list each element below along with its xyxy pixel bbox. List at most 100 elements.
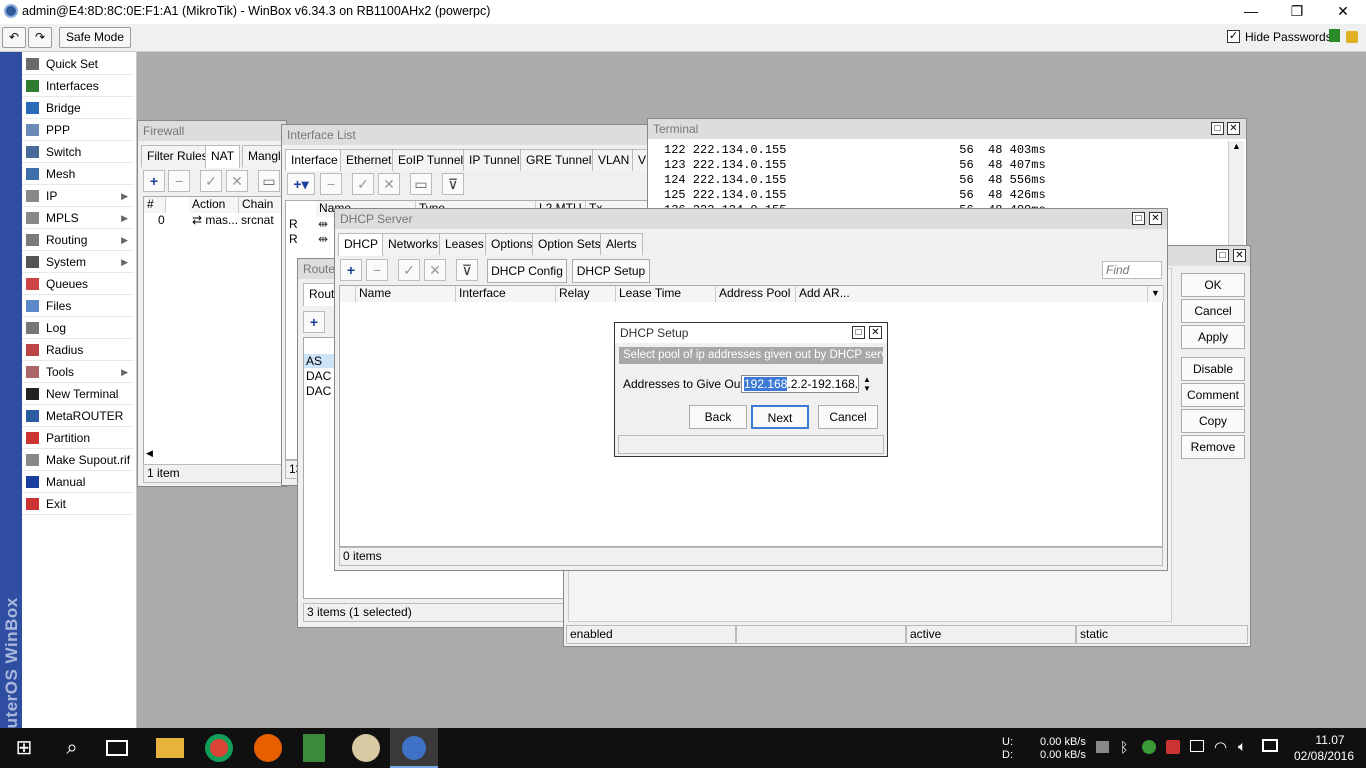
col-number[interactable]: # xyxy=(144,197,166,213)
redo-button[interactable]: ↷ xyxy=(28,27,52,48)
col-action[interactable]: Action xyxy=(189,197,239,213)
tab-eoip-tunnel[interactable]: EoIP Tunnel xyxy=(392,149,470,171)
network-meter-icon[interactable] xyxy=(1096,741,1109,753)
menu-item-routing[interactable]: Routing ▶ xyxy=(22,229,134,251)
enable-icon[interactable]: ✓ xyxy=(200,170,222,192)
route-row-type[interactable]: DAC xyxy=(306,384,331,398)
menu-item-metarouter[interactable]: MetaROUTER xyxy=(22,405,134,427)
close-icon[interactable]: ✕ xyxy=(1233,249,1246,262)
menu-item-system[interactable]: System ▶ xyxy=(22,251,134,273)
add-icon[interactable]: + xyxy=(340,259,362,281)
hide-passwords-checkbox[interactable]: ✓ xyxy=(1227,30,1240,43)
filter-icon[interactable]: ⊽ xyxy=(456,259,478,281)
menu-item-quick-set[interactable]: Quick Set xyxy=(22,53,134,75)
clock-date[interactable]: 02/08/2016 xyxy=(1288,749,1360,763)
undo-button[interactable]: ↶ xyxy=(2,27,26,48)
terminal-output[interactable]: 122 222.134.0.155 56 48 403ms 123 222.134… xyxy=(664,143,1046,218)
enable-icon[interactable]: ✓ xyxy=(352,173,374,195)
terminal-scrollbar[interactable]: ▲ xyxy=(1228,141,1244,247)
action-center-icon[interactable] xyxy=(1262,739,1278,752)
menu-item-radius[interactable]: Radius xyxy=(22,339,134,361)
safe-mode-button[interactable]: Safe Mode xyxy=(59,27,131,48)
menu-item-exit[interactable]: Exit xyxy=(22,493,134,515)
tab-gre-tunnel[interactable]: GRE Tunnel xyxy=(520,149,598,171)
disable-icon[interactable]: ✕ xyxy=(424,259,446,281)
tab-filter-rules[interactable]: Filter Rules xyxy=(141,145,214,167)
interface-row-flag[interactable]: R xyxy=(289,232,298,246)
maximize-icon[interactable]: □ xyxy=(1211,122,1224,135)
maximize-icon[interactable]: □ xyxy=(1132,212,1145,225)
add-icon[interactable]: + xyxy=(143,170,165,192)
menu-item-switch[interactable]: Switch xyxy=(22,141,134,163)
copy-button[interactable]: Copy xyxy=(1181,409,1245,433)
nat-row-action[interactable]: ⇄ mas... xyxy=(192,213,238,227)
menu-item-mpls[interactable]: MPLS ▶ xyxy=(22,207,134,229)
comment-icon[interactable]: ▭ xyxy=(410,173,432,195)
menu-item-make-supout-rif[interactable]: Make Supout.rif xyxy=(22,449,134,471)
wifi-icon[interactable]: ◠ xyxy=(1214,738,1227,756)
find-input[interactable] xyxy=(1102,261,1162,279)
menu-item-partition[interactable]: Partition xyxy=(22,427,134,449)
winbox-taskbar-button[interactable] xyxy=(390,728,438,768)
close-icon[interactable]: ✕ xyxy=(1149,212,1162,225)
chrome-icon[interactable] xyxy=(205,734,233,762)
route-row-type[interactable]: AS xyxy=(304,354,334,368)
col-chain[interactable]: Chain xyxy=(239,197,286,213)
dhcp-config-button[interactable]: DHCP Config xyxy=(487,259,567,283)
tab-options[interactable]: Options xyxy=(485,233,539,255)
apply-button[interactable]: Apply xyxy=(1181,325,1245,349)
security-icon[interactable] xyxy=(1142,740,1156,754)
remove-icon[interactable]: − xyxy=(320,173,342,195)
tab-alerts[interactable]: Alerts xyxy=(600,233,643,255)
nat-row-chain[interactable]: srcnat xyxy=(241,213,274,227)
clock-time[interactable]: 11.07 xyxy=(1300,733,1360,747)
bluetooth-icon[interactable]: ᛒ xyxy=(1120,739,1128,755)
next-button[interactable]: Next xyxy=(751,405,809,429)
remove-icon[interactable]: − xyxy=(366,259,388,281)
col-interface[interactable]: Interface xyxy=(456,286,556,302)
menu-item-mesh[interactable]: Mesh xyxy=(22,163,134,185)
tab-networks[interactable]: Networks xyxy=(382,233,445,255)
col-relay[interactable]: Relay xyxy=(556,286,616,302)
windows-start-icon[interactable]: ⊞ xyxy=(10,734,38,762)
file-explorer-icon[interactable] xyxy=(156,738,184,758)
spreadsheet-icon[interactable] xyxy=(303,734,325,762)
menu-item-ppp[interactable]: PPP xyxy=(22,119,134,141)
tab-interface[interactable]: Interface xyxy=(285,149,344,171)
tab-nat[interactable]: NAT xyxy=(205,145,241,168)
paint-icon[interactable] xyxy=(352,734,380,762)
addresses-input[interactable]: 192.168.2.2-192.168.2.254 xyxy=(741,375,859,393)
add-icon[interactable]: + xyxy=(303,311,325,333)
comment-button[interactable]: Comment xyxy=(1181,383,1245,407)
col-add-arp[interactable]: Add AR... xyxy=(796,286,1148,302)
col-lease-time[interactable]: Lease Time xyxy=(616,286,716,302)
firefox-icon[interactable] xyxy=(254,734,282,762)
stepper-icon[interactable]: ▲ ▼ xyxy=(863,375,871,393)
nat-row-number[interactable]: 0 xyxy=(158,213,165,227)
menu-item-tools[interactable]: Tools ▶ xyxy=(22,361,134,383)
close-button[interactable]: ✕ xyxy=(1320,0,1366,24)
menu-item-bridge[interactable]: Bridge xyxy=(22,97,134,119)
dhcp-setup-button[interactable]: DHCP Setup xyxy=(572,259,650,283)
menu-item-log[interactable]: Log xyxy=(22,317,134,339)
search-icon[interactable]: ⌕ xyxy=(58,734,86,762)
cancel-button[interactable]: Cancel xyxy=(1181,299,1245,323)
back-button[interactable]: Back xyxy=(689,405,747,429)
col-name[interactable]: Name xyxy=(356,286,456,302)
menu-item-new-terminal[interactable]: New Terminal xyxy=(22,383,134,405)
disable-icon[interactable]: ✕ xyxy=(378,173,400,195)
tab-option-sets[interactable]: Option Sets xyxy=(532,233,607,255)
close-icon[interactable]: ✕ xyxy=(869,326,882,339)
col-flags[interactable] xyxy=(340,286,356,302)
menu-item-queues[interactable]: Queues xyxy=(22,273,134,295)
cancel-button[interactable]: Cancel xyxy=(818,405,878,429)
interface-row-flag[interactable]: R xyxy=(289,217,298,231)
volume-icon[interactable]: 🔈︎ xyxy=(1238,738,1246,755)
menu-item-ip[interactable]: IP ▶ xyxy=(22,185,134,207)
comment-icon[interactable]: ▭ xyxy=(258,170,280,192)
tab-ethernet[interactable]: Ethernet xyxy=(340,149,398,171)
remove-icon[interactable]: − xyxy=(168,170,190,192)
filter-icon[interactable]: ⊽ xyxy=(442,173,464,195)
tab-leases[interactable]: Leases xyxy=(439,233,490,255)
maximize-button[interactable]: ❐ xyxy=(1274,0,1320,24)
